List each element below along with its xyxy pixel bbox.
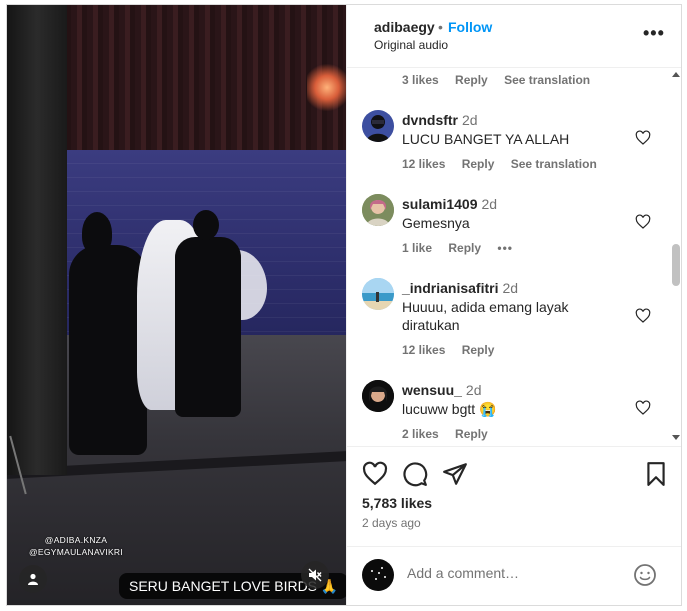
comment-time: 2d	[462, 112, 478, 128]
comments-scrollbar[interactable]	[670, 68, 681, 446]
original-audio-link[interactable]: Original audio	[374, 38, 448, 52]
video-groom-body	[175, 237, 241, 417]
comment-likes[interactable]: 3 likes	[402, 73, 439, 87]
scrollbar-thumb[interactable]	[672, 244, 680, 286]
comment-text: lucuww bgtt 😭	[402, 401, 497, 417]
post-actions: 5,783 likes 2 days ago	[347, 446, 681, 546]
post-side-panel: adibaegy • Follow Original audio ••• 3 l…	[346, 5, 681, 605]
comment-meta-row: 12 likes Reply See translation	[402, 157, 610, 171]
comment-text: Gemesnya	[402, 215, 470, 231]
emoji-picker-icon[interactable]	[633, 563, 657, 587]
video-credit-2: @EGYMAULANAVIKRI	[28, 547, 124, 557]
comment-meta-row: 2 likes Reply	[402, 427, 501, 441]
like-heart-icon[interactable]	[362, 461, 388, 487]
scroll-up-arrow-icon[interactable]	[672, 72, 680, 77]
likes-count[interactable]: 5,783 likes	[362, 495, 432, 511]
person-icon	[28, 573, 38, 585]
comment-options-button[interactable]: •••	[497, 241, 513, 255]
author-username[interactable]: adibaegy	[374, 19, 435, 35]
reply-button[interactable]: Reply	[455, 427, 488, 441]
comment-meta-row: 12 likes Reply	[402, 343, 507, 357]
tagged-users-button[interactable]	[19, 565, 47, 593]
video-chandelier	[307, 60, 346, 115]
comment-meta-row: 1 like Reply •••	[402, 241, 526, 255]
scroll-down-arrow-icon[interactable]	[672, 435, 680, 440]
post-header: adibaegy • Follow Original audio •••	[347, 5, 681, 68]
video-credit-1: @ADIBA.KNZA	[44, 535, 108, 545]
comment-likes[interactable]: 12 likes	[402, 157, 445, 171]
comment-time: 2d	[481, 196, 498, 212]
comment-username[interactable]: wensuu_ 2d	[402, 382, 481, 398]
comment-username[interactable]: sulami1409 2d	[402, 196, 497, 212]
share-paper-plane-icon[interactable]	[442, 461, 468, 487]
comment-bubble-icon[interactable]	[402, 461, 428, 487]
avatar-person-icon[interactable]	[362, 194, 394, 226]
post-dialog: @ADIBA.KNZA @EGYMAULANAVIKRI SERU BANGET…	[6, 4, 682, 606]
more-options-button[interactable]: •••	[643, 23, 665, 44]
add-comment-input[interactable]	[407, 565, 627, 581]
like-heart-icon[interactable]	[635, 214, 651, 230]
video-person-left-head	[82, 212, 112, 254]
reply-button[interactable]: Reply	[455, 73, 488, 87]
see-translation-button[interactable]: See translation	[511, 157, 597, 171]
comment-time: 2d	[502, 280, 519, 296]
comment-time: 2d	[465, 382, 482, 398]
reply-button[interactable]: Reply	[462, 157, 495, 171]
speaker-muted-icon	[308, 568, 322, 582]
video-pillar	[7, 5, 67, 475]
follow-button[interactable]: Follow	[448, 19, 492, 35]
avatar-person-icon[interactable]	[362, 380, 394, 412]
current-user-avatar	[362, 559, 394, 591]
reply-button[interactable]: Reply	[448, 241, 481, 255]
comments-list[interactable]: 3 likes Reply See translation dvndsftr 2d…	[347, 68, 681, 446]
header-separator: •	[438, 19, 443, 35]
comment-text: Huuuu, adida emang layak diratukan	[402, 299, 569, 333]
comment-username[interactable]: dvndsftr 2d	[402, 112, 478, 128]
comment-likes[interactable]: 1 like	[402, 241, 432, 255]
mute-button[interactable]	[301, 561, 329, 589]
avatar-beach-icon[interactable]	[362, 278, 394, 310]
like-heart-icon[interactable]	[635, 308, 651, 324]
like-heart-icon[interactable]	[635, 400, 651, 416]
comment-meta-row: 3 likes Reply See translation	[402, 73, 603, 87]
video-person-left-body	[69, 245, 147, 455]
post-timestamp[interactable]: 2 days ago	[362, 516, 421, 530]
comment-text: LUCU BANGET YA ALLAH	[402, 131, 570, 147]
add-comment-bar	[347, 546, 681, 605]
see-translation-button[interactable]: See translation	[504, 73, 590, 87]
save-bookmark-icon[interactable]	[643, 461, 669, 487]
comment-likes[interactable]: 12 likes	[402, 343, 445, 357]
like-heart-icon[interactable]	[635, 130, 651, 146]
comment-likes[interactable]: 2 likes	[402, 427, 439, 441]
post-video[interactable]: @ADIBA.KNZA @EGYMAULANAVIKRI SERU BANGET…	[7, 5, 346, 605]
comment-username[interactable]: _indrianisafitri 2d	[402, 280, 518, 296]
avatar-person-icon[interactable]	[362, 110, 394, 142]
video-groom-head	[193, 210, 219, 240]
reply-button[interactable]: Reply	[462, 343, 495, 357]
